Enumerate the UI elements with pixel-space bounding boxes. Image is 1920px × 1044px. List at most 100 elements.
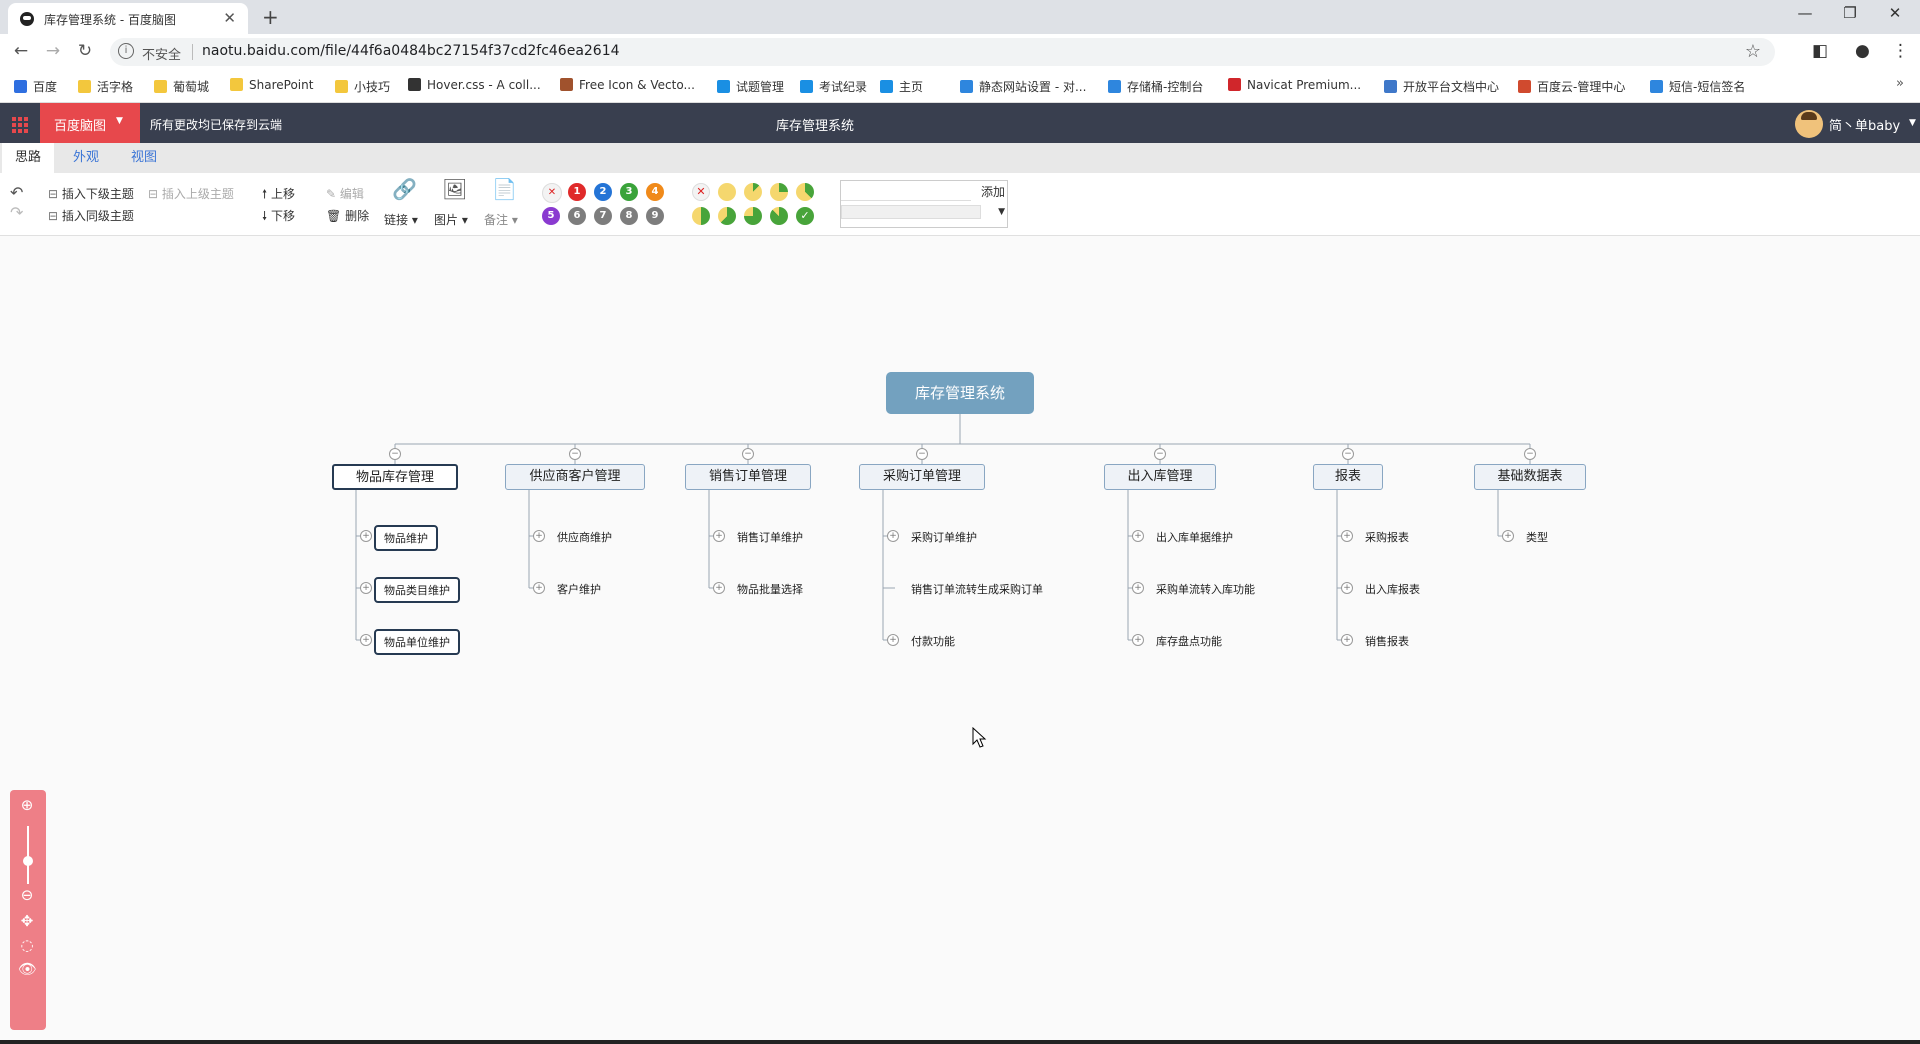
site-info-icon[interactable]: i: [118, 43, 134, 59]
expand-toggle-icon[interactable]: +: [1341, 530, 1353, 542]
url-text[interactable]: naotu.baidu.com/file/44f6a0484bc27154f37…: [202, 43, 620, 59]
expand-toggle-icon[interactable]: +: [1341, 582, 1353, 594]
image-button[interactable]: 图片 ▾: [434, 211, 468, 228]
tab-idea[interactable]: 思路: [2, 143, 55, 173]
zoom-in-icon[interactable]: ⊕: [18, 796, 36, 814]
bookmark-item[interactable]: 试题管理: [717, 78, 784, 95]
child-node[interactable]: 出入库单据维护: [1156, 529, 1233, 545]
child-node[interactable]: 采购报表: [1365, 529, 1409, 545]
expand-toggle-icon[interactable]: +: [533, 582, 545, 594]
expand-toggle-icon[interactable]: +: [1502, 530, 1514, 542]
expand-toggle-icon[interactable]: +: [887, 634, 899, 646]
progress-2-icon[interactable]: [770, 183, 788, 201]
child-node[interactable]: 类型: [1526, 529, 1548, 545]
mindmap-canvas[interactable]: 库存管理系统 − 物品库存管理 + 物品维护 + 物品类目维护 + 物品单位维护 − 供应商客户管理…: [0, 236, 1920, 1040]
expand-toggle-icon[interactable]: +: [360, 582, 372, 594]
progress-3-icon[interactable]: [796, 183, 814, 201]
collapse-toggle-icon[interactable]: −: [569, 448, 581, 460]
expand-toggle-icon[interactable]: +: [1132, 634, 1144, 646]
expand-toggle-icon[interactable]: +: [887, 530, 899, 542]
browser-tab[interactable]: 库存管理系统 - 百度脑图 ✕: [8, 3, 248, 34]
extension-icon[interactable]: ◧: [1812, 41, 1828, 61]
bookmark-item[interactable]: 葡萄城: [154, 78, 209, 95]
more-bookmarks-icon[interactable]: »: [1896, 76, 1904, 91]
navigator-eye-icon[interactable]: 👁: [18, 960, 37, 978]
bookmark-item[interactable]: Hover.css - A coll...: [408, 78, 541, 92]
minimize-window-icon[interactable]: —: [1785, 4, 1825, 22]
child-node[interactable]: 物品单位维护: [374, 629, 460, 655]
branch-node[interactable]: 采购订单管理: [859, 464, 985, 490]
expand-toggle-icon[interactable]: +: [360, 634, 372, 646]
priority-7-icon[interactable]: 7: [594, 207, 612, 225]
note-button[interactable]: 备注 ▾: [484, 211, 518, 228]
bookmark-item[interactable]: 考试纪录: [800, 78, 867, 95]
move-canvas-icon[interactable]: ✥: [18, 912, 36, 930]
expand-toggle-icon[interactable]: +: [360, 530, 372, 542]
address-bar[interactable]: i 不安全 naotu.baidu.com/file/44f6a0484bc27…: [110, 38, 1775, 66]
progress-1-icon[interactable]: [744, 183, 762, 201]
bookmark-item[interactable]: SharePoint: [230, 78, 313, 92]
expand-toggle-icon[interactable]: +: [1132, 530, 1144, 542]
collapse-toggle-icon[interactable]: −: [389, 448, 401, 460]
bookmark-item[interactable]: 开放平台文档中心: [1384, 78, 1499, 95]
expand-toggle-icon[interactable]: +: [713, 582, 725, 594]
branch-node[interactable]: 基础数据表: [1474, 464, 1586, 490]
bookmark-item[interactable]: Free Icon & Vecto...: [560, 78, 695, 92]
edit-button[interactable]: ✎ 编辑: [326, 185, 364, 202]
browser-menu-icon[interactable]: ⋮: [1892, 41, 1909, 61]
progress-0-icon[interactable]: [718, 183, 736, 201]
undo-icon[interactable]: ↶: [10, 183, 23, 202]
bookmark-item[interactable]: 小技巧: [335, 78, 390, 95]
tab-view[interactable]: 视图: [118, 143, 170, 173]
insert-sibling-button[interactable]: ⊟ 插入同级主题: [48, 207, 134, 224]
insert-child-button[interactable]: ⊟ 插入下级主题: [48, 185, 134, 202]
priority-3-icon[interactable]: 3: [620, 183, 638, 201]
branch-node[interactable]: 物品库存管理: [332, 464, 458, 490]
collapse-toggle-icon[interactable]: −: [916, 448, 928, 460]
expand-toggle-icon[interactable]: +: [1341, 634, 1353, 646]
priority-9-icon[interactable]: 9: [646, 207, 664, 225]
expand-toggle-icon[interactable]: +: [533, 530, 545, 542]
delete-button[interactable]: 🗑 删除: [326, 207, 369, 224]
bookmark-star-icon[interactable]: ☆: [1745, 41, 1761, 62]
bookmark-item[interactable]: 存储桶-控制台: [1108, 78, 1203, 95]
close-tab-icon[interactable]: ✕: [223, 9, 236, 27]
restore-window-icon[interactable]: ❐: [1830, 4, 1870, 22]
branch-node[interactable]: 销售订单管理: [685, 464, 811, 490]
close-window-icon[interactable]: ✕: [1875, 4, 1915, 22]
root-node[interactable]: 库存管理系统: [886, 372, 1034, 414]
collapse-toggle-icon[interactable]: −: [1342, 448, 1354, 460]
child-node[interactable]: 供应商维护: [557, 529, 612, 545]
bookmark-item[interactable]: 活字格: [78, 78, 133, 95]
bookmark-item[interactable]: 短信-短信签名: [1650, 78, 1745, 95]
forward-arrow-icon[interactable]: →: [42, 41, 64, 61]
zoom-out-icon[interactable]: ⊖: [18, 886, 36, 904]
resource-input[interactable]: [841, 181, 971, 201]
resource-scrollbar[interactable]: [841, 205, 981, 219]
child-node[interactable]: 销售订单维护: [737, 529, 803, 545]
remove-progress-icon[interactable]: ✕: [692, 183, 710, 201]
child-node[interactable]: 物品类目维护: [374, 577, 460, 603]
priority-1-icon[interactable]: 1: [568, 183, 586, 201]
child-node[interactable]: 客户维护: [557, 581, 601, 597]
locate-root-icon[interactable]: ◌: [18, 936, 36, 954]
collapse-toggle-icon[interactable]: −: [742, 448, 754, 460]
progress-7-icon[interactable]: [770, 207, 788, 225]
expand-toggle-icon[interactable]: +: [1132, 582, 1144, 594]
reload-icon[interactable]: ↻: [74, 41, 96, 61]
priority-8-icon[interactable]: 8: [620, 207, 638, 225]
progress-4-icon[interactable]: [692, 207, 710, 225]
zoom-slider[interactable]: [27, 826, 29, 884]
bookmark-item[interactable]: 百度: [14, 78, 57, 95]
progress-5-icon[interactable]: [718, 207, 736, 225]
priority-6-icon[interactable]: 6: [568, 207, 586, 225]
child-node[interactable]: 物品批量选择: [737, 581, 803, 597]
branch-node[interactable]: 供应商客户管理: [505, 464, 645, 490]
back-arrow-icon[interactable]: ←: [10, 41, 32, 61]
child-node[interactable]: 付款功能: [911, 633, 955, 649]
progress-done-icon[interactable]: ✓: [796, 207, 814, 225]
move-up-button[interactable]: 🠕 上移: [262, 185, 295, 206]
link-button[interactable]: 链接 ▾: [384, 211, 418, 228]
collapse-toggle-icon[interactable]: −: [1154, 448, 1166, 460]
bookmark-item[interactable]: 主页: [880, 78, 923, 95]
